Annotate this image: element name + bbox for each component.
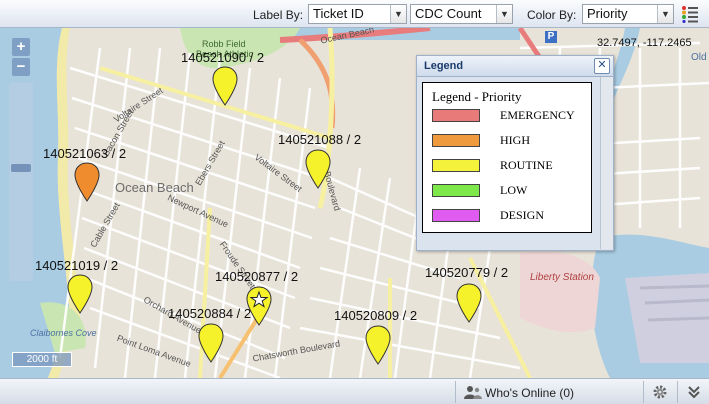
map-marker[interactable]: [365, 325, 391, 365]
place-liberty-station: Liberty Station: [530, 272, 594, 283]
legend-scrollbar[interactable]: [600, 77, 613, 249]
map-marker[interactable]: [212, 66, 238, 106]
pin-label: 140521019 / 2: [35, 258, 119, 273]
scale-bar: 2000 ft: [12, 352, 72, 367]
legend-content: Legend - Priority EMERGENCY HIGH ROUTINE…: [422, 82, 592, 233]
gear-icon[interactable]: [652, 384, 668, 400]
map-marker[interactable]: [74, 162, 100, 202]
color-by-value: Priority: [587, 6, 628, 21]
pin-label: 140520877 / 2: [215, 269, 299, 284]
legend-title: Legend: [424, 60, 464, 72]
chevron-down-icon: ▼: [657, 5, 673, 23]
pin-label: 140520809 / 2: [334, 308, 418, 323]
legend-panel: Legend ✕ Legend - Priority EMERGENCY HIG…: [416, 55, 614, 251]
pin-label: 140521088 / 2: [278, 132, 362, 147]
divider: [455, 381, 456, 403]
whos-online-button[interactable]: Who's Online (0): [485, 386, 574, 400]
legend-item-label: HIGH: [500, 133, 530, 147]
color-by-select[interactable]: Priority ▼: [582, 4, 674, 24]
map-marker[interactable]: [67, 274, 93, 314]
toolbar: Label By: Ticket ID ▼ CDC Count ▼ Color …: [0, 0, 709, 28]
legend-item-label: DESIGN: [500, 208, 544, 222]
divider: [643, 381, 644, 403]
legend-item-label: LOW: [500, 183, 528, 197]
label-by-label: Label By:: [253, 8, 304, 22]
users-icon: [464, 386, 482, 399]
chevron-down-icon: ▼: [496, 5, 512, 23]
collapse-icon[interactable]: [686, 384, 702, 400]
zoom-slider-handle[interactable]: [11, 164, 31, 172]
legend-caption: Legend - Priority: [432, 89, 522, 104]
divider: [677, 381, 678, 403]
count-value: CDC Count: [415, 6, 482, 21]
place-claibornes-cove: Claibornes Cove: [30, 328, 97, 338]
label-by-select[interactable]: Ticket ID ▼: [308, 4, 407, 24]
legend-swatch: [432, 209, 480, 222]
pin-label: 140521090 / 2: [181, 50, 265, 65]
legend-item-label: EMERGENCY: [500, 108, 575, 122]
legend-list-icon[interactable]: [681, 5, 699, 23]
pin-label: 140520779 / 2: [425, 265, 509, 280]
place-robb-field: Robb Field: [202, 39, 246, 49]
status-bar: Who's Online (0): [0, 378, 709, 404]
legend-item-label: ROUTINE: [500, 158, 553, 172]
close-icon[interactable]: ✕: [594, 58, 610, 74]
cursor-coordinates: 32.7497, -117.2465: [597, 37, 692, 49]
color-by-label: Color By:: [527, 8, 577, 22]
count-select[interactable]: CDC Count ▼: [410, 4, 513, 24]
legend-swatch: [432, 109, 480, 122]
parking-icon: P: [545, 31, 557, 43]
map-view[interactable]: Ocean Beach Robb Field Beach Athletic Li…: [0, 28, 709, 378]
map-marker[interactable]: [456, 283, 482, 323]
place-old: Old: [691, 52, 707, 63]
zoom-out-button[interactable]: −: [12, 58, 30, 76]
legend-swatch: [432, 134, 480, 147]
map-marker[interactable]: [198, 323, 224, 363]
pin-label: 140520884 / 2: [168, 306, 252, 321]
legend-header[interactable]: Legend ✕: [417, 56, 613, 77]
label-by-value: Ticket ID: [313, 6, 364, 21]
map-marker[interactable]: [305, 149, 331, 189]
legend-swatch: [432, 184, 480, 197]
place-ocean-beach: Ocean Beach: [115, 180, 194, 195]
legend-swatch: [432, 159, 480, 172]
chevron-down-icon: ▼: [390, 5, 406, 23]
pin-label: 140521063 / 2: [43, 146, 127, 161]
zoom-slider[interactable]: [9, 83, 33, 281]
zoom-in-button[interactable]: +: [12, 38, 30, 56]
